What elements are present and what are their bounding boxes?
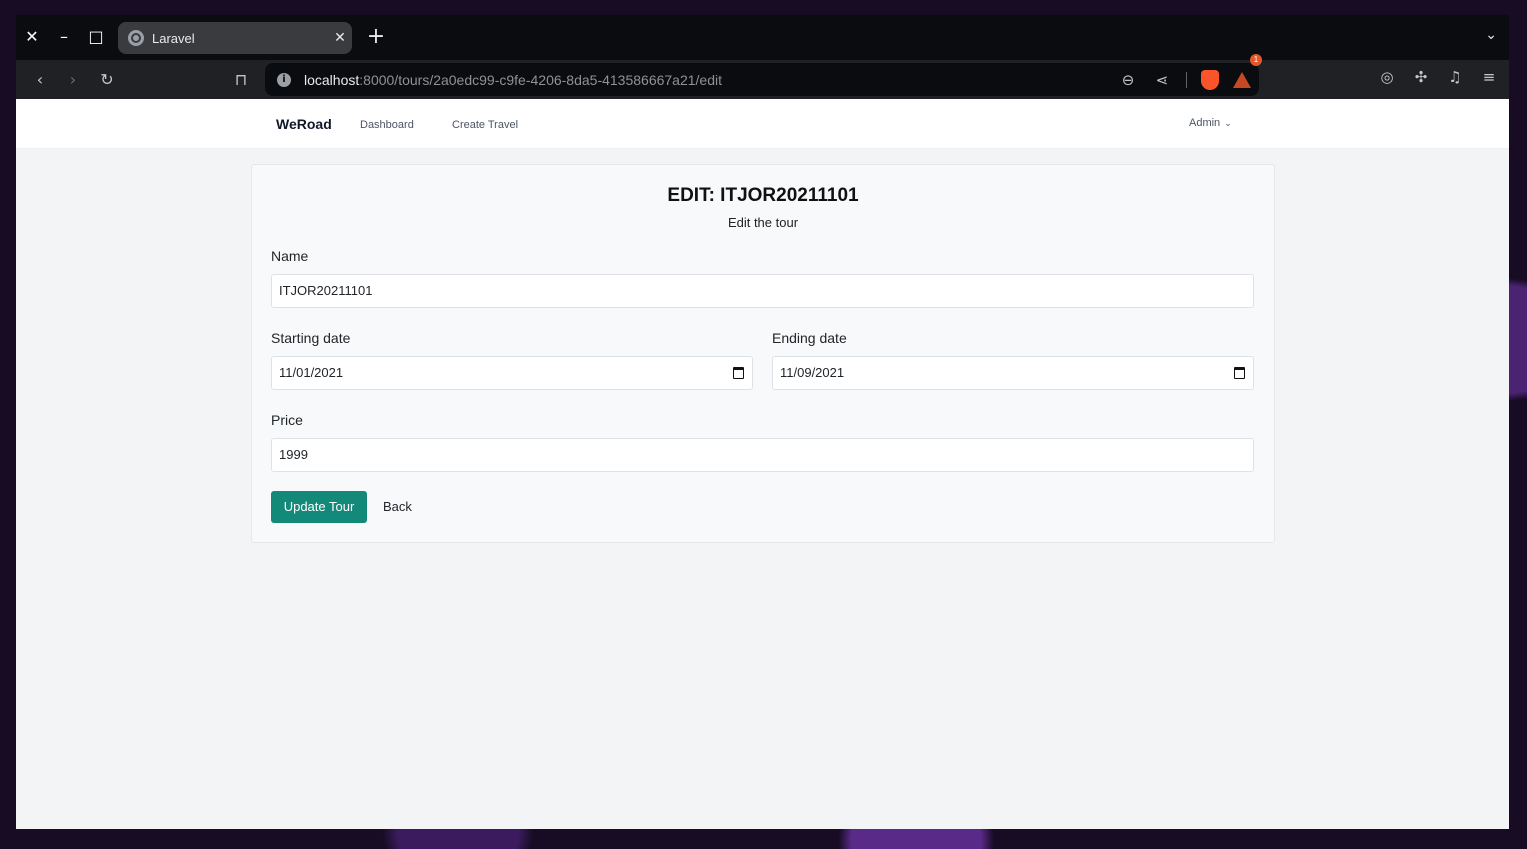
browser-toolbar: ‹ › ↻ ⊓ i localhost :8000/tours/2a0edc99… [16, 53, 1509, 99]
calendar-icon[interactable] [1234, 367, 1245, 379]
starting-date-value: 11/01/2021 [279, 365, 344, 380]
site-info-icon[interactable]: i [277, 72, 291, 87]
extensions-puzzle-icon[interactable]: ✣ [1411, 68, 1431, 86]
media-music-icon[interactable]: ♫ [1445, 68, 1465, 86]
nav-link-dashboard[interactable]: Dashboard [360, 119, 414, 131]
url-path: :8000/tours/2a0edc99-c9fe-4206-8da5-4135… [359, 71, 723, 88]
separator [1186, 71, 1187, 88]
price-input[interactable]: 1999 [271, 438, 1254, 472]
calendar-icon[interactable] [733, 367, 744, 379]
minimize-window-icon[interactable]: – [52, 25, 76, 49]
web-page: WeRoad Dashboard Create Travel Admin ⌄ ED… [16, 99, 1509, 829]
brand-logo[interactable]: WeRoad [276, 116, 332, 132]
new-tab-icon[interactable]: + [364, 24, 388, 49]
menu-icon[interactable]: ≡ [1479, 68, 1499, 86]
price-label: Price [271, 412, 303, 428]
extension-icons: ◎ ✣ ♫ ≡ [1377, 68, 1499, 86]
brave-shields-icon[interactable] [1201, 69, 1219, 90]
tab-close-icon[interactable]: ✕ [328, 30, 352, 46]
brave-rewards-icon[interactable]: 1 [1233, 53, 1262, 88]
browser-window: ✕ – □ Laravel ✕ + ⌄ ‹ › ↻ ⊓ i localhost … [16, 15, 1509, 829]
close-window-icon[interactable]: ✕ [20, 25, 44, 49]
url-host: localhost [304, 71, 360, 88]
reload-icon[interactable]: ↻ [95, 68, 119, 92]
rewards-badge: 1 [1250, 53, 1262, 66]
maximize-window-icon[interactable]: □ [84, 25, 108, 49]
update-tour-button[interactable]: Update Tour [271, 491, 367, 523]
share-icon[interactable]: ⋖ [1152, 71, 1172, 89]
edit-tour-card: EDIT: ITJOR20211101 Edit the tour Name I… [251, 164, 1275, 543]
address-bar[interactable]: i localhost :8000/tours/2a0edc99-c9fe-42… [265, 53, 1262, 96]
starting-date-label: Starting date [271, 330, 351, 346]
starting-date-input[interactable]: 11/01/2021 [271, 356, 753, 390]
user-menu[interactable]: Admin ⌄ [1189, 117, 1232, 129]
page-title: EDIT: ITJOR20211101 [667, 185, 859, 206]
forward-icon[interactable]: › [61, 68, 85, 92]
ending-date-input[interactable]: 11/09/2021 [772, 356, 1254, 390]
ending-date-label: Ending date [772, 330, 847, 346]
bookmark-icon[interactable]: ⊓ [229, 68, 253, 92]
user-name: Admin [1189, 117, 1221, 129]
ending-date-value: 11/09/2021 [780, 365, 845, 380]
tab-search-chevron-icon[interactable]: ⌄ [1485, 27, 1497, 43]
top-navigation: WeRoad Dashboard Create Travel Admin ⌄ [16, 99, 1509, 149]
browser-tab[interactable]: Laravel ✕ [118, 22, 352, 54]
name-label: Name [271, 248, 309, 264]
page-subtitle: Edit the tour [727, 215, 799, 230]
zoom-out-icon[interactable]: ⊖ [1118, 71, 1138, 89]
tab-title: Laravel [152, 30, 195, 46]
nav-link-create-travel[interactable]: Create Travel [452, 119, 518, 131]
chevron-down-icon: ⌄ [1224, 119, 1232, 129]
address-bar-actions: ⊖ ⋖ 1 [1118, 53, 1262, 96]
name-input[interactable]: ITJOR20211101 [271, 274, 1254, 308]
back-link[interactable]: Back [383, 499, 412, 514]
wallet-icon[interactable]: ◎ [1377, 68, 1397, 86]
globe-icon [128, 30, 144, 46]
tab-strip: ✕ – □ Laravel ✕ + ⌄ [16, 15, 1509, 60]
back-icon[interactable]: ‹ [28, 68, 52, 92]
